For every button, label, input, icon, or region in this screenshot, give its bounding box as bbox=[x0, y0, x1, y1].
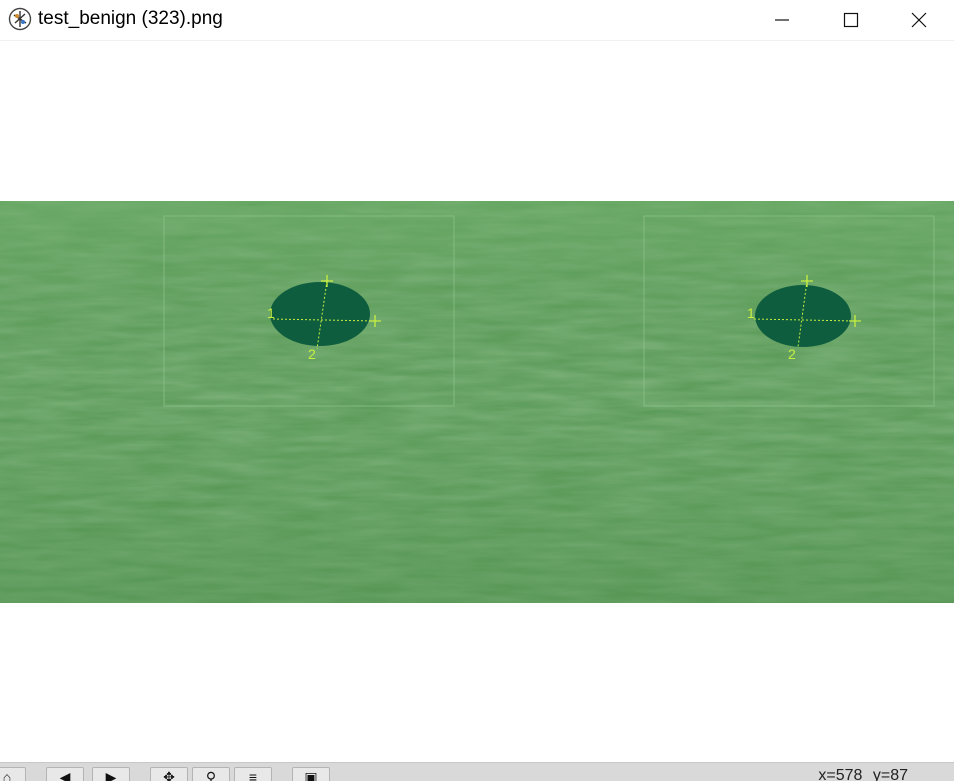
cursor-coordinates: x=578 y=87 bbox=[812, 767, 908, 781]
pan-button[interactable]: ✥ bbox=[150, 767, 188, 781]
window-title: test_benign (323).png bbox=[38, 8, 223, 29]
ultrasound-overlay-image: 1 2 1 2 bbox=[0, 201, 954, 603]
maximize-icon bbox=[843, 12, 859, 28]
ultrasound-image[interactable]: 1 2 1 2 bbox=[0, 201, 954, 603]
minimize-button[interactable] bbox=[747, 0, 817, 40]
x-coordinate: x=578 bbox=[818, 767, 863, 781]
marker-label-1: 1 bbox=[267, 305, 275, 321]
back-arrow-icon: ◀ bbox=[59, 769, 71, 781]
zoom-icon: ⚲ bbox=[205, 769, 217, 781]
move-icon: ✥ bbox=[163, 769, 175, 781]
marker-label-1b: 1 bbox=[747, 305, 755, 321]
sliders-icon: ≡ bbox=[248, 769, 258, 781]
close-button[interactable] bbox=[884, 0, 954, 40]
home-button[interactable]: ⌂ bbox=[0, 767, 26, 781]
image-viewer-icon bbox=[8, 7, 32, 31]
back-button[interactable]: ◀ bbox=[46, 767, 84, 781]
figure-canvas[interactable]: 1 2 1 2 bbox=[0, 41, 954, 762]
minimize-icon bbox=[775, 19, 789, 21]
lesion-right bbox=[755, 285, 851, 347]
marker-label-2: 2 bbox=[308, 346, 316, 362]
lesion-left bbox=[270, 282, 370, 346]
zoom-button[interactable]: ⚲ bbox=[192, 767, 230, 781]
save-button[interactable]: ▣ bbox=[292, 767, 330, 781]
forward-button[interactable]: ▶ bbox=[92, 767, 130, 781]
marker-label-2b: 2 bbox=[788, 346, 796, 362]
close-icon bbox=[911, 12, 927, 28]
title-bar: test_benign (323).png bbox=[0, 0, 954, 41]
save-icon: ▣ bbox=[304, 769, 318, 781]
maximize-button[interactable] bbox=[816, 0, 886, 40]
navigation-toolbar: ⌂ ◀ ▶ ✥ ⚲ ≡ ▣ x=578 y=87 bbox=[0, 762, 954, 781]
y-coordinate: y=87 bbox=[872, 767, 908, 781]
forward-arrow-icon: ▶ bbox=[105, 769, 117, 781]
home-icon: ⌂ bbox=[2, 769, 12, 781]
configure-button[interactable]: ≡ bbox=[234, 767, 272, 781]
